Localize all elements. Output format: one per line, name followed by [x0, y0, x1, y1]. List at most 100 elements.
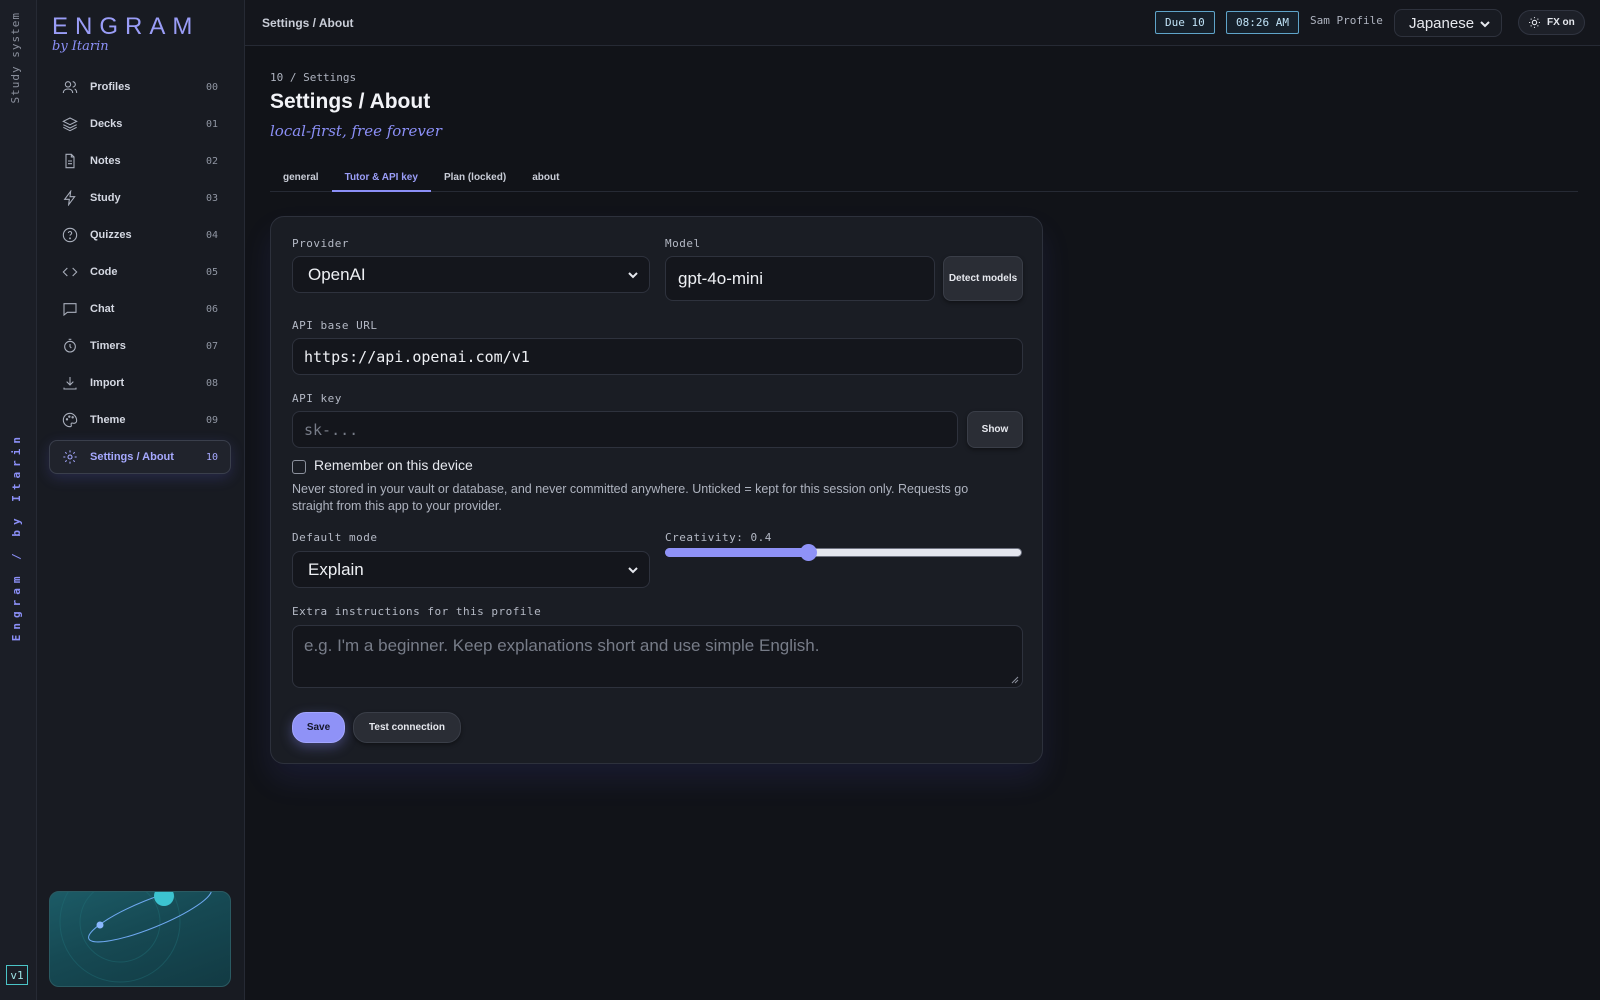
creativity-label: Creativity: 0.4	[665, 531, 772, 544]
sidebar-item-number: 03	[205, 192, 218, 204]
resize-grip-icon[interactable]	[1011, 676, 1019, 684]
sidebar-item-label: Chat	[90, 303, 115, 315]
sidebar-item-label: Decks	[90, 118, 123, 130]
tab-tutor-api-key[interactable]: Tutor & API key	[331, 165, 431, 192]
default-mode-select[interactable]: Explain	[292, 551, 650, 588]
sun-icon	[1529, 17, 1540, 28]
file-text-icon	[62, 153, 78, 169]
model-label: Model	[665, 237, 701, 250]
extra-instructions-label: Extra instructions for this profile	[292, 605, 542, 618]
sidebar-item-number: 05	[205, 266, 218, 278]
slider-thumb[interactable]	[799, 544, 817, 561]
sidebar: ENGRAM by Itarin Profiles 00 Decks 01 No…	[37, 0, 245, 1000]
rail-top-label: Study system	[9, 12, 22, 104]
extra-instructions-placeholder: e.g. I'm a beginner. Keep explanations s…	[304, 636, 820, 655]
sidebar-item-number: 00	[205, 81, 218, 93]
sidebar-item-study[interactable]: Study 03	[49, 181, 231, 215]
sidebar-item-number: 02	[205, 155, 218, 167]
tutor-settings-card: Provider OpenAI Model gpt-4o-mini Detect…	[270, 216, 1043, 764]
base-url-label: API base URL	[292, 319, 378, 332]
sidebar-item-label: Quizzes	[90, 229, 132, 241]
download-icon	[62, 375, 78, 391]
sidebar-item-code[interactable]: Code 05	[49, 255, 231, 289]
language-value: Japanese	[1409, 14, 1475, 32]
chevron-down-icon	[1480, 21, 1490, 28]
sidebar-item-label: Theme	[90, 414, 126, 426]
layers-icon	[62, 116, 78, 132]
api-key-label: API key	[292, 392, 342, 405]
base-url-input[interactable]: https://api.openai.com/v1	[292, 338, 1023, 375]
sidebar-item-number: 07	[205, 340, 218, 352]
provider-value: OpenAI	[308, 264, 366, 284]
settings-tabs: general Tutor & API key Plan (locked) ab…	[270, 165, 1578, 192]
sidebar-item-import[interactable]: Import 08	[49, 366, 231, 400]
users-icon	[62, 79, 78, 95]
brand-name: ENGRAM	[52, 13, 200, 40]
sidebar-item-label: Study	[90, 192, 121, 204]
provider-label: Provider	[292, 237, 349, 250]
default-mode-value: Explain	[308, 559, 364, 579]
remember-label[interactable]: Remember on this device	[314, 457, 473, 473]
sidebar-illustration	[49, 891, 231, 987]
rail-brand-label: Engram / by Itarin	[10, 432, 23, 642]
brand-byline: by Itarin	[52, 39, 109, 54]
tab-general[interactable]: general	[270, 165, 332, 192]
sidebar-item-notes[interactable]: Notes 02	[49, 144, 231, 178]
lightning-icon	[62, 190, 78, 206]
extra-instructions-textarea[interactable]: e.g. I'm a beginner. Keep explanations s…	[292, 625, 1023, 688]
sidebar-nav: Profiles 00 Decks 01 Notes 02 Study 03 Q…	[49, 70, 231, 477]
page-tagline: local-first, free forever	[270, 122, 442, 140]
sidebar-item-profiles[interactable]: Profiles 00	[49, 70, 231, 104]
sidebar-item-label: Notes	[90, 155, 121, 167]
show-key-button[interactable]: Show	[967, 411, 1023, 448]
sidebar-item-number: 06	[205, 303, 218, 315]
api-key-input[interactable]: sk-...	[292, 411, 958, 448]
gear-icon	[62, 449, 78, 465]
chevron-down-icon	[628, 566, 638, 573]
left-rail: Study system Engram / by Itarin v1	[0, 0, 37, 1000]
brand: ENGRAM by Itarin	[52, 13, 199, 54]
sidebar-item-number: 01	[205, 118, 218, 130]
creativity-slider[interactable]	[665, 544, 1022, 561]
test-connection-button[interactable]: Test connection	[353, 712, 461, 743]
sidebar-item-number: 10	[205, 451, 218, 463]
fx-toggle[interactable]: FX on	[1518, 10, 1585, 35]
palette-icon	[62, 412, 78, 428]
top-bar: Settings / About Due 10 08:26 AM Sam Pro…	[245, 0, 1600, 46]
sidebar-item-theme[interactable]: Theme 09	[49, 403, 231, 437]
timer-icon	[62, 338, 78, 354]
page-eyebrow: 10 / Settings	[270, 71, 357, 84]
model-input[interactable]: gpt-4o-mini	[665, 256, 935, 301]
default-mode-label: Default mode	[292, 531, 378, 544]
page-title: Settings / About	[270, 90, 431, 113]
sidebar-item-label: Code	[90, 266, 118, 278]
sidebar-item-settings[interactable]: Settings / About 10	[49, 440, 231, 474]
privacy-note: Never stored in your vault or database, …	[292, 482, 969, 513]
provider-select[interactable]: OpenAI	[292, 256, 650, 293]
sidebar-item-label: Settings / About	[90, 451, 174, 463]
chat-icon	[62, 301, 78, 317]
breadcrumb: Settings / About	[262, 16, 354, 30]
sidebar-item-label: Profiles	[90, 81, 131, 93]
remember-checkbox[interactable]	[292, 460, 306, 474]
sidebar-item-number: 09	[205, 414, 218, 426]
language-select[interactable]: Japanese	[1394, 9, 1502, 37]
detect-models-button[interactable]: Detect models	[943, 256, 1023, 301]
sidebar-item-number: 08	[205, 377, 218, 389]
help-circle-icon	[62, 227, 78, 243]
sidebar-item-decks[interactable]: Decks 01	[49, 107, 231, 141]
profile-name[interactable]: Sam Profile	[1310, 14, 1383, 27]
sidebar-item-label: Import	[90, 377, 125, 389]
sidebar-item-label: Timers	[90, 340, 126, 352]
sidebar-item-quizzes[interactable]: Quizzes 04	[49, 218, 231, 252]
tab-plan-locked[interactable]: Plan (locked)	[431, 165, 519, 192]
slider-fill	[665, 548, 808, 557]
fx-label: FX on	[1547, 17, 1575, 28]
code-icon	[62, 264, 78, 280]
sidebar-item-timers[interactable]: Timers 07	[49, 329, 231, 363]
sidebar-item-chat[interactable]: Chat 06	[49, 292, 231, 326]
due-badge[interactable]: Due 10	[1155, 11, 1215, 34]
tab-about[interactable]: about	[519, 165, 572, 192]
version-badge: v1	[6, 965, 28, 985]
save-button[interactable]: Save	[292, 712, 345, 743]
